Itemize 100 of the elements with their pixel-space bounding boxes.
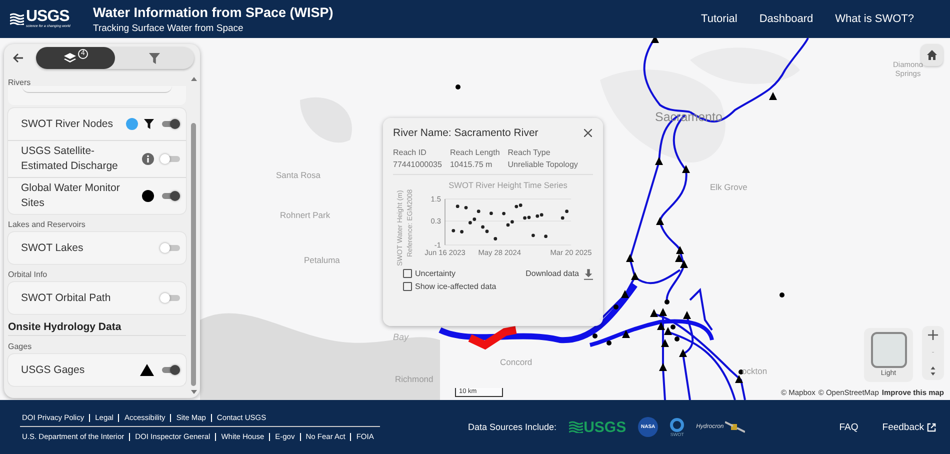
layers-icon xyxy=(63,52,77,64)
place-label: ockton xyxy=(742,366,768,376)
selected-river-reach[interactable] xyxy=(468,326,517,350)
section-heading: Onsite Hydrology Data xyxy=(8,321,186,336)
external-link-icon xyxy=(927,422,936,432)
gage-marker[interactable] xyxy=(664,327,672,335)
filter-icon xyxy=(149,52,160,64)
river-line[interactable] xyxy=(689,288,713,331)
data-point xyxy=(456,204,460,208)
data-point xyxy=(494,237,498,240)
data-point xyxy=(532,234,535,238)
place-label: Bay xyxy=(393,332,409,342)
gage-marker[interactable] xyxy=(650,309,658,317)
close-icon xyxy=(584,129,592,137)
compass-icon xyxy=(930,366,936,376)
river-line[interactable] xyxy=(589,319,714,347)
gage-marker[interactable] xyxy=(682,165,690,173)
data-point xyxy=(565,210,568,214)
toggle-switch[interactable] xyxy=(160,243,180,253)
place-label: Santa Rosa xyxy=(276,170,320,180)
section-label: Orbital Info xyxy=(8,270,48,279)
section-label: Gages xyxy=(8,342,33,351)
close-button[interactable] xyxy=(583,128,593,138)
site-marker[interactable] xyxy=(456,84,460,90)
scroll-up-icon[interactable] xyxy=(190,77,196,81)
gage-marker[interactable] xyxy=(683,311,691,319)
data-point xyxy=(502,212,506,216)
gage-marker[interactable] xyxy=(657,322,665,330)
chart-title: SWOT River Height Time Series xyxy=(448,180,568,190)
back-arrow-icon xyxy=(12,52,24,64)
option-checkbox[interactable]: Uncertainty xyxy=(403,269,496,278)
layer-name: USGS Gages xyxy=(21,362,86,378)
site-marker[interactable] xyxy=(738,370,744,374)
gage-marker[interactable] xyxy=(656,217,664,225)
info-icon[interactable] xyxy=(142,153,154,165)
nav-link[interactable]: Tutorial xyxy=(701,13,738,25)
nav-link[interactable]: Dashboard xyxy=(759,13,814,25)
toggle-switch[interactable] xyxy=(160,293,180,303)
toggle-switch[interactable] xyxy=(160,365,180,375)
place-label: Rohnert Park xyxy=(280,210,330,220)
data-point xyxy=(544,234,548,238)
scroll-down-icon[interactable] xyxy=(190,390,196,394)
river-line[interactable] xyxy=(662,313,666,400)
app-subtitle: Tracking Surface Water from Space xyxy=(93,22,244,34)
popup-title: River Name: Sacramento River xyxy=(393,127,538,139)
site-marker[interactable] xyxy=(614,304,618,310)
filter-icon[interactable] xyxy=(144,119,154,129)
site-marker[interactable] xyxy=(664,300,670,304)
download-button[interactable]: Download data xyxy=(526,269,593,281)
home-button[interactable] xyxy=(921,44,943,66)
river-line[interactable] xyxy=(668,331,736,400)
layer-name: SWOT Lakes xyxy=(21,240,84,256)
gage-marker[interactable] xyxy=(655,157,663,165)
river-line[interactable] xyxy=(643,38,690,113)
data-point xyxy=(560,216,564,220)
gage-marker[interactable] xyxy=(676,246,684,254)
app-title: Water Information from SPace (WISP) xyxy=(93,4,334,20)
layer-name: SWOT Orbital Path xyxy=(21,290,112,306)
river-line[interactable] xyxy=(438,283,638,343)
data-point xyxy=(476,210,480,214)
layer-name: SWOT River Nodes xyxy=(21,116,114,132)
gage-marker[interactable] xyxy=(680,260,688,268)
option-checkbox[interactable]: Show ice-affected data xyxy=(403,282,496,291)
feedback-link[interactable]: Feedback xyxy=(882,422,936,432)
nav-link[interactable]: What is SWOT? xyxy=(835,13,914,25)
gage-marker[interactable] xyxy=(631,272,639,280)
gage-marker[interactable] xyxy=(661,339,669,347)
layer-name: USGS Satellite-Estimated Discharge xyxy=(21,144,119,174)
gage-marker[interactable] xyxy=(622,330,630,338)
gage-marker[interactable] xyxy=(675,254,683,262)
gage-marker[interactable] xyxy=(679,349,687,357)
triangle-icon xyxy=(140,364,154,376)
site-marker[interactable] xyxy=(780,292,784,298)
scrollbar[interactable] xyxy=(190,77,197,394)
field-label: Reach ID xyxy=(393,148,428,157)
gage-marker[interactable] xyxy=(735,375,743,383)
field-value: 10415.75 m xyxy=(450,160,494,169)
home-icon xyxy=(926,49,938,61)
site-marker[interactable] xyxy=(606,340,612,346)
gage-marker[interactable] xyxy=(659,308,667,316)
site-marker[interactable] xyxy=(674,336,680,342)
faq-link[interactable]: FAQ xyxy=(839,422,858,432)
gage-marker[interactable] xyxy=(626,254,634,262)
map-canvas[interactable] xyxy=(0,38,950,400)
gage-marker[interactable] xyxy=(621,290,629,298)
data-point xyxy=(452,228,456,232)
section-label: Rivers xyxy=(8,78,32,87)
field-value: Unreliable Topology xyxy=(508,160,578,169)
section-label: Lakes and Reservoirs xyxy=(8,220,86,229)
toggle-switch[interactable] xyxy=(160,154,180,164)
gage-marker[interactable] xyxy=(769,92,777,100)
toggle-switch[interactable] xyxy=(160,119,180,129)
usgs-logo[interactable]: USGS xyxy=(568,418,626,436)
data-point xyxy=(490,212,493,216)
site-marker[interactable] xyxy=(592,334,598,338)
back-button[interactable] xyxy=(12,51,26,65)
toggle-switch[interactable] xyxy=(160,191,180,201)
site-marker[interactable] xyxy=(670,324,676,330)
gage-marker[interactable] xyxy=(659,363,667,371)
place-label: Elk Grove xyxy=(710,182,748,192)
